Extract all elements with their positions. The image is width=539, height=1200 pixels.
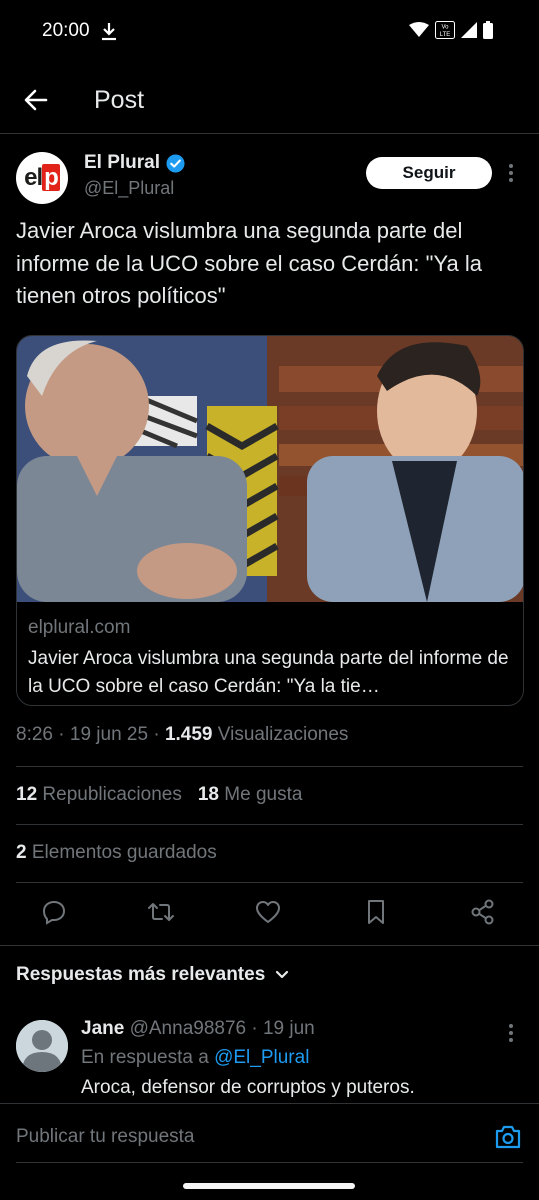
composer-underline bbox=[16, 1162, 523, 1163]
default-avatar-icon bbox=[16, 1020, 68, 1072]
replies-sort[interactable]: Respuestas más relevantes bbox=[16, 964, 289, 986]
verified-badge-icon bbox=[166, 153, 185, 173]
link-preview-card[interactable]: elplural.com Javier Aroca vislumbra una … bbox=[16, 335, 524, 706]
like-icon[interactable] bbox=[254, 898, 282, 926]
reply-context-handle[interactable]: @El_Plural bbox=[214, 1047, 309, 1068]
signal-icon bbox=[461, 22, 477, 38]
post-time: 8:26 bbox=[16, 724, 53, 745]
author-name: El Plural bbox=[84, 152, 161, 173]
follow-button[interactable]: Seguir bbox=[366, 157, 492, 189]
volte-icon: Vo LTE bbox=[435, 21, 455, 39]
reply-context-prefix: En respuesta a bbox=[81, 1047, 209, 1068]
status-bar: 20:00 Vo LTE bbox=[0, 0, 539, 62]
reply-composer: Publicar tu respuesta bbox=[0, 1103, 539, 1163]
bookmarks-stat-row: 2 Elementos guardados bbox=[16, 842, 217, 864]
reply-avatar[interactable] bbox=[16, 1020, 68, 1072]
more-options-icon[interactable] bbox=[506, 162, 516, 184]
post-text: Javier Aroca vislumbra una segunda parte… bbox=[16, 218, 482, 308]
bookmark-icon[interactable] bbox=[362, 898, 390, 926]
reply-date: 19 jun bbox=[262, 1018, 315, 1039]
status-time: 20:00 bbox=[42, 20, 90, 41]
card-title: Javier Aroca vislumbra una segunda parte… bbox=[28, 648, 509, 697]
reply-item[interactable]: Jane @Anna98876 · 19 jun En respuesta a … bbox=[16, 1018, 523, 1108]
page-title: Post bbox=[94, 86, 145, 114]
reposts-count: 12 bbox=[16, 784, 38, 805]
bookmarks-count: 2 bbox=[16, 842, 27, 863]
reposts-label: Republicaciones bbox=[42, 784, 182, 805]
reply-author-handle[interactable]: @Anna98876 bbox=[130, 1018, 247, 1039]
reposts-stat[interactable]: 12 Republicaciones bbox=[16, 784, 182, 806]
reply-more-options-icon[interactable] bbox=[506, 1022, 516, 1044]
post-meta: 8:26 · 19 jun 25 · 1.459 Visualizaciones bbox=[16, 724, 349, 745]
reply-input[interactable]: Publicar tu respuesta bbox=[16, 1126, 195, 1148]
svg-text:Vo: Vo bbox=[441, 25, 449, 31]
bookmarks-stat[interactable]: 2 Elementos guardados bbox=[16, 842, 217, 864]
bookmarks-label: Elementos guardados bbox=[31, 842, 217, 863]
reply-context: En respuesta a @El_Plural bbox=[81, 1047, 309, 1069]
battery-icon bbox=[483, 21, 493, 39]
post-date: 19 jun 25 bbox=[69, 724, 149, 745]
likes-count: 18 bbox=[197, 784, 219, 805]
author-name-row[interactable]: El Plural bbox=[84, 152, 185, 174]
divider bbox=[0, 945, 539, 946]
divider bbox=[16, 766, 523, 767]
views-count: 1.459 bbox=[164, 724, 213, 745]
likes-label: Me gusta bbox=[224, 784, 303, 805]
reply-icon[interactable] bbox=[40, 898, 68, 926]
author-handle[interactable]: @El_Plural bbox=[84, 178, 174, 199]
share-icon[interactable] bbox=[469, 898, 497, 926]
post-author: elp El Plural @El_Plural Seguir bbox=[16, 150, 523, 206]
reply-author-name[interactable]: Jane bbox=[81, 1018, 124, 1039]
author-avatar[interactable]: elp bbox=[16, 152, 68, 204]
svg-text:LTE: LTE bbox=[440, 32, 451, 38]
chevron-down-icon bbox=[276, 970, 289, 979]
views-label: Visualizaciones bbox=[217, 724, 349, 745]
engagement-stats: 12 Republicaciones 18 Me gusta bbox=[16, 784, 302, 806]
divider bbox=[16, 824, 523, 825]
reply-text: Aroca, defensor de corruptos y puteros. bbox=[81, 1077, 415, 1098]
wifi-icon bbox=[409, 22, 429, 37]
likes-stat[interactable]: 18 Me gusta bbox=[198, 784, 303, 806]
camera-icon[interactable] bbox=[494, 1124, 522, 1150]
repost-icon[interactable] bbox=[147, 898, 175, 926]
el-plural-logo: elp bbox=[24, 164, 60, 191]
replies-sort-label: Respuestas más relevantes bbox=[16, 964, 266, 985]
divider bbox=[16, 882, 523, 883]
reply-header: Jane @Anna98876 · 19 jun bbox=[81, 1018, 315, 1039]
download-icon bbox=[102, 23, 116, 41]
top-app-bar: Post bbox=[0, 68, 539, 134]
post-actions bbox=[0, 898, 539, 930]
home-indicator[interactable] bbox=[183, 1183, 355, 1189]
card-domain: elplural.com bbox=[28, 617, 131, 638]
article-image bbox=[17, 336, 523, 602]
back-arrow-icon[interactable] bbox=[22, 86, 50, 114]
